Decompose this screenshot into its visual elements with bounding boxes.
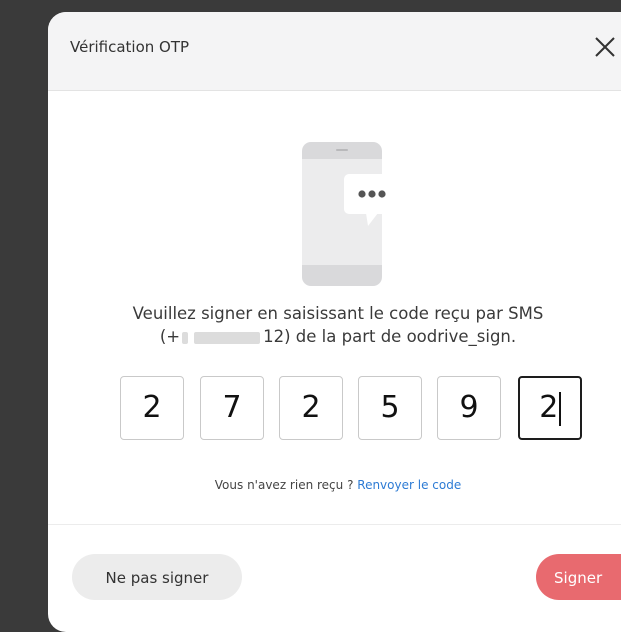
otp-digit-6[interactable]: 2	[518, 376, 582, 440]
instruction-text: Veuillez signer en saisissant le code re…	[48, 302, 621, 348]
resend-code-link[interactable]: Renvoyer le code	[357, 478, 461, 492]
phone-suffix: 12)	[263, 327, 291, 346]
sender-text: de la part de oodrive_sign.	[290, 327, 517, 346]
otp-digit-4[interactable]: 5	[358, 376, 422, 440]
dialog-header: Vérification OTP	[48, 12, 621, 91]
otp-digit-2[interactable]: 7	[200, 376, 264, 440]
otp-digit-5[interactable]: 9	[437, 376, 501, 440]
otp-digit-3[interactable]: 2	[279, 376, 343, 440]
close-icon[interactable]	[592, 34, 618, 60]
text-caret	[559, 391, 561, 426]
instruction-line-2: (+ 12) de la part de oodrive_sign.	[48, 325, 621, 348]
instruction-line-1: Veuillez signer en saisissant le code re…	[132, 304, 544, 323]
sign-button[interactable]: Signer	[536, 554, 621, 600]
resend-row: Vous n'avez rien reçu ? Renvoyer le code	[48, 478, 621, 492]
phone-prefix: (+	[159, 327, 181, 346]
otp-dialog: Vérification OTP Veuillez signer en sais…	[48, 12, 621, 632]
masked-phone-digit	[182, 331, 189, 344]
resend-text: Vous n'avez rien reçu ?	[214, 478, 354, 492]
otp-digit-1[interactable]: 2	[120, 376, 184, 440]
dialog-title: Vérification OTP	[70, 38, 190, 56]
footer-divider	[48, 524, 621, 525]
decline-button[interactable]: Ne pas signer	[72, 554, 242, 600]
masked-phone-number	[194, 331, 261, 344]
phone-sms-illustration	[302, 142, 400, 286]
